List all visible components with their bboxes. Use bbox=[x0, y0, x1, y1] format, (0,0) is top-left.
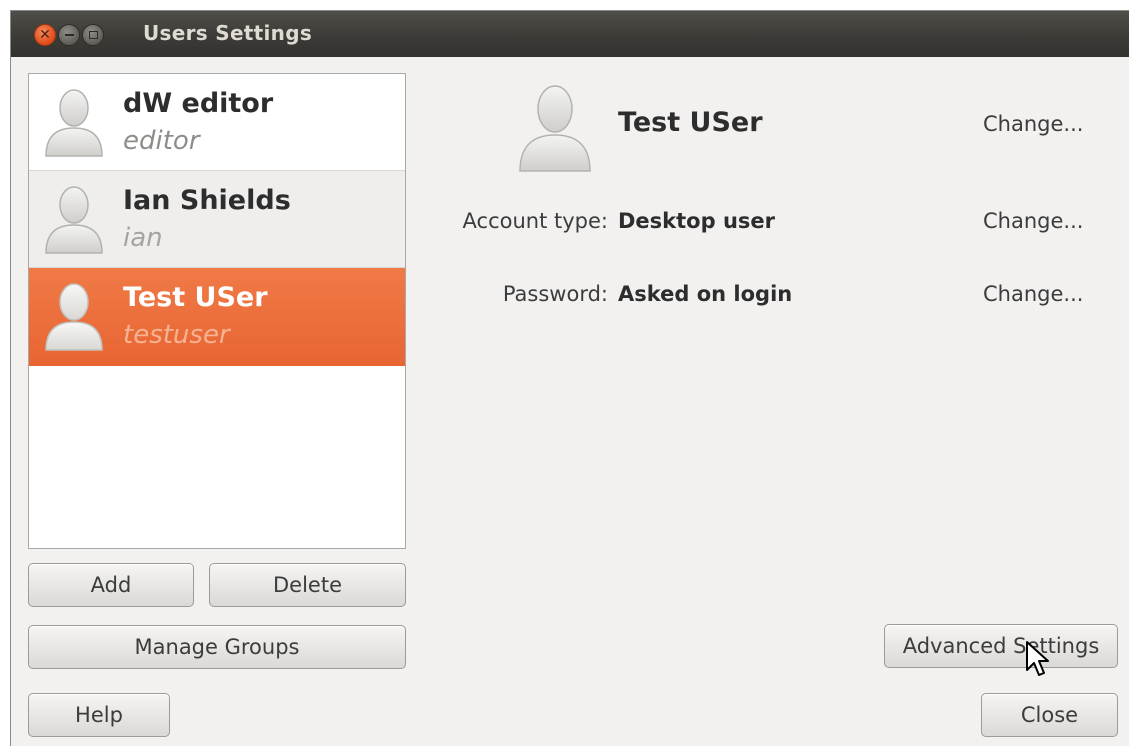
window-minimize-button[interactable] bbox=[58, 24, 80, 46]
user-name: dW editor bbox=[123, 88, 274, 119]
change-account-type-link[interactable]: Change... bbox=[983, 209, 1083, 233]
user-avatar-icon bbox=[45, 89, 103, 157]
users-settings-window: ✕ Users Settings dW editor editor Ian Sh… bbox=[10, 10, 1129, 746]
user-login: ian bbox=[123, 223, 163, 253]
manage-groups-button[interactable]: Manage Groups bbox=[28, 625, 406, 669]
minimize-icon bbox=[64, 34, 74, 36]
close-button[interactable]: Close bbox=[981, 693, 1118, 737]
password-value: Asked on login bbox=[618, 282, 793, 306]
change-password-link[interactable]: Change... bbox=[983, 282, 1083, 306]
change-name-link[interactable]: Change... bbox=[983, 112, 1083, 136]
delete-user-button[interactable]: Delete bbox=[209, 563, 406, 607]
window-maximize-button[interactable] bbox=[82, 24, 104, 46]
user-name: Test USer bbox=[123, 282, 268, 313]
add-user-button[interactable]: Add bbox=[28, 563, 194, 607]
selected-user-name[interactable]: Test USer bbox=[618, 107, 763, 138]
user-avatar-icon bbox=[45, 283, 103, 351]
help-button[interactable]: Help bbox=[28, 693, 170, 737]
user-name: Ian Shields bbox=[123, 185, 291, 216]
password-label: Password: bbox=[502, 282, 608, 306]
user-avatar-icon bbox=[519, 85, 591, 172]
advanced-settings-button[interactable]: Advanced Settings bbox=[884, 624, 1118, 668]
user-login: editor bbox=[123, 126, 200, 156]
mouse-pointer-icon bbox=[1026, 641, 1049, 676]
user-avatar-icon bbox=[45, 186, 103, 254]
account-type-label: Account type: bbox=[462, 209, 608, 233]
window-title: Users Settings bbox=[143, 21, 313, 45]
maximize-icon bbox=[88, 31, 98, 39]
user-list[interactable]: dW editor editor Ian Shields ian Test US… bbox=[28, 73, 406, 549]
close-icon: ✕ bbox=[39, 27, 51, 43]
user-login: testuser bbox=[123, 320, 230, 350]
account-type-value: Desktop user bbox=[618, 209, 775, 233]
user-list-item[interactable]: dW editor editor bbox=[29, 74, 405, 171]
titlebar: ✕ Users Settings bbox=[11, 11, 1129, 57]
window-close-button[interactable]: ✕ bbox=[34, 24, 56, 46]
